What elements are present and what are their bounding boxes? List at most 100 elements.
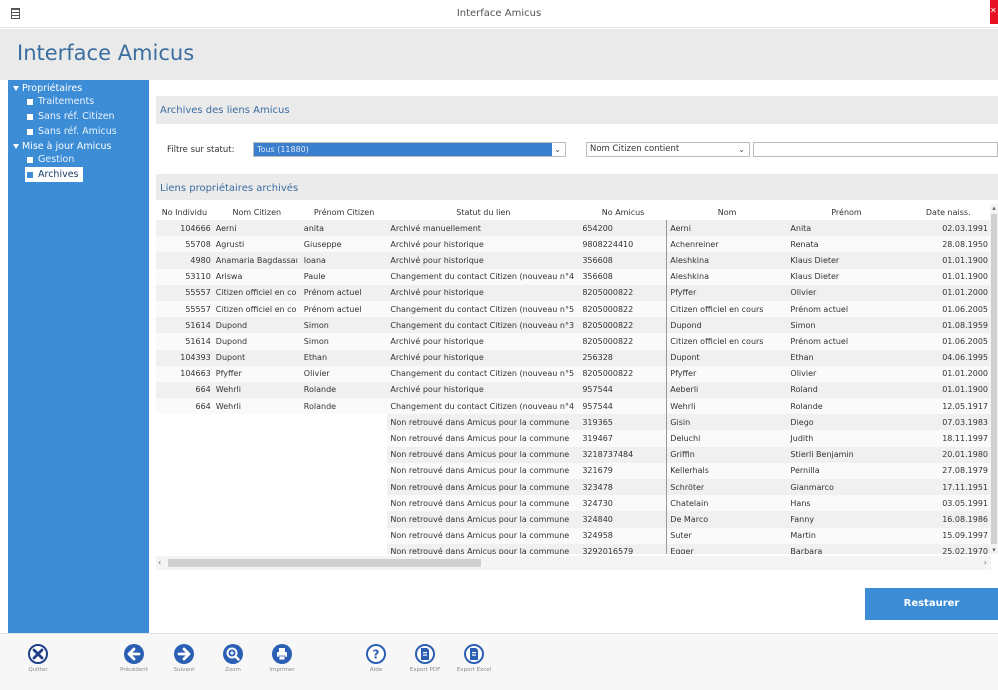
export-pdf-button[interactable]: Export PDF: [405, 644, 445, 690]
table-row[interactable]: 664 Wehrli Rolande Changement du contact Ci…: [156, 398, 991, 415]
table-cell: Diego: [787, 414, 906, 431]
table-cell: Paule: [300, 268, 388, 285]
table-cell: Aleshkina: [666, 268, 788, 285]
scroll-thumb[interactable]: [991, 214, 997, 544]
table-cell: Deluchi: [666, 430, 788, 447]
sidebar-item-archives[interactable]: Archives: [25, 167, 83, 182]
column-header[interactable]: Date naiss.: [906, 204, 991, 220]
name-filter-value: Nom Citizen contient: [590, 144, 680, 154]
sidebar-item-sans-ref-amicus[interactable]: Sans réf. Amicus: [25, 124, 121, 139]
restore-button[interactable]: Restaurer: [865, 588, 998, 620]
table-cell: Archivé pour historique: [387, 284, 580, 301]
table-cell: Dupont: [212, 349, 301, 366]
table-cell: 3292016579: [579, 543, 667, 554]
chevron-down-icon: ⌄: [554, 145, 561, 154]
table-row[interactable]: Non retrouvé dans Amicus pour la commune…: [156, 414, 991, 431]
status-filter-select[interactable]: Tous (11880) ⌄: [253, 142, 566, 157]
table-cell: [301, 479, 388, 495]
table-cell: Archivé pour historique: [387, 349, 580, 366]
print-button[interactable]: Imprimer: [262, 644, 302, 690]
column-header[interactable]: Statut du lien: [387, 204, 579, 220]
table-cell: Ethan: [787, 349, 906, 366]
scroll-thumb[interactable]: [168, 559, 481, 567]
table-cell: Prénom actuel: [300, 284, 388, 301]
scroll-left-icon[interactable]: ‹: [158, 558, 161, 567]
table-cell: Prénom actuel: [300, 300, 388, 318]
table-row[interactable]: 104663 Pfyffer Olivier Changement du contac…: [156, 365, 991, 382]
table-row[interactable]: Non retrouvé dans Amicus pour la commune…: [156, 495, 991, 512]
sidebar-item-gestion[interactable]: Gestion: [25, 152, 78, 167]
sidebar-item-label: Archives: [38, 169, 79, 180]
table-row[interactable]: Non retrouvé dans Amicus pour la commune…: [156, 462, 991, 479]
table-row[interactable]: 51614 Dupond Simon Changement du contact Ci…: [156, 317, 991, 334]
column-header[interactable]: Prénom Citizen: [301, 204, 388, 220]
column-header[interactable]: Prénom: [787, 204, 905, 220]
sidebar-item-traitements[interactable]: Traitements: [25, 94, 98, 109]
scroll-up-icon[interactable]: ▴: [990, 204, 998, 212]
pdf-export-icon: [415, 644, 435, 664]
scroll-down-icon[interactable]: ▾: [990, 546, 998, 554]
sidebar-group-mise-a-jour[interactable]: Mise à jour Amicus: [13, 140, 149, 152]
table-row[interactable]: 53110 Ariswa Paule Changement du contact Ci…: [156, 268, 991, 285]
name-filter-select[interactable]: Nom Citizen contient ⌄: [586, 142, 750, 157]
table-row[interactable]: 104666 Aerni anita Archivé manuellement 6542…: [156, 220, 991, 237]
table-cell: Prénom actuel: [787, 333, 906, 350]
vertical-scrollbar[interactable]: ▴ ▾: [990, 204, 998, 554]
sidebar-item-sans-ref-citizen[interactable]: Sans réf. Citizen: [25, 109, 119, 124]
table-cell: Griffin: [666, 446, 788, 463]
table-row[interactable]: Non retrouvé dans Amicus pour la commune…: [156, 479, 991, 496]
bullet-square-icon: [27, 171, 33, 178]
table-cell: [156, 463, 213, 479]
table-row[interactable]: 4980 Anamaria Bagdassaı Ioana Archivé pour …: [156, 252, 991, 269]
table-row[interactable]: 55557 Citizen officiel en co Prénom actuel…: [156, 300, 991, 318]
status-filter-value: Tous (11880): [254, 143, 552, 156]
scroll-right-icon[interactable]: ›: [984, 558, 987, 567]
close-window-button[interactable]: ✕: [990, 0, 998, 24]
table-row[interactable]: Non retrouvé dans Amicus pour la commune…: [156, 511, 991, 528]
main-panel: Archives des liens Amicus Filtre sur sta…: [149, 80, 998, 633]
table-row[interactable]: Non retrouvé dans Amicus pour la commune…: [156, 430, 991, 447]
sidebar-group-label: Mise à jour Amicus: [22, 140, 112, 152]
table-row[interactable]: Non retrouvé dans Amicus pour la commune…: [156, 543, 991, 554]
table-cell: Dupond: [212, 333, 301, 350]
column-header[interactable]: Nom Citizen: [213, 204, 301, 220]
column-header[interactable]: No Amicus: [579, 204, 666, 220]
previous-button[interactable]: Précédent: [114, 644, 154, 690]
quit-button[interactable]: Quitter: [18, 644, 58, 690]
table-cell: Barbara: [787, 543, 906, 554]
table-row[interactable]: 55557 Citizen officiel en co Prénom actuel…: [156, 284, 991, 301]
table-cell: 27.08.1979: [905, 462, 991, 479]
toolbar-label: Zoom: [225, 667, 241, 673]
table-row[interactable]: 51614 Dupond Simon Archivé pour historique 8…: [156, 333, 991, 350]
table-cell: Citizen officiel en cours: [666, 333, 788, 350]
section-title: Archives des liens Amicus: [160, 105, 290, 116]
table-row[interactable]: 55708 Agrusti Giuseppe Archivé pour histori…: [156, 236, 991, 253]
table-row[interactable]: Non retrouvé dans Amicus pour la commune…: [156, 527, 991, 544]
table-cell: Olivier: [300, 365, 388, 382]
table-cell: [156, 447, 213, 463]
table-row[interactable]: 104393 Dupont Ethan Archivé pour historique…: [156, 349, 991, 366]
table-cell: 324958: [579, 527, 667, 544]
horizontal-scrollbar[interactable]: ‹ ›: [156, 556, 991, 570]
table-cell: Suter: [666, 527, 788, 544]
table-cell: [301, 447, 388, 463]
table-cell: Changement du contact Citizen (nouveau n…: [387, 300, 580, 318]
table-cell: Non retrouvé dans Amicus pour la commune: [387, 462, 580, 479]
table-cell: Judith: [787, 430, 906, 447]
sidebar-group-proprietaires[interactable]: Propriétaires: [13, 82, 149, 94]
toolbar-label: Suivant: [173, 667, 195, 673]
table-row[interactable]: 664 Wehrli Rolande Archivé pour historique 9…: [156, 381, 991, 399]
column-header[interactable]: Nom: [667, 204, 788, 220]
table-cell: Citizen officiel en cours: [666, 300, 788, 318]
zoom-button[interactable]: Zoom: [213, 644, 253, 690]
archives-table: No Individu Nom Citizen Prénom Citizen Stat…: [156, 204, 991, 554]
sidebar-item-label: Sans réf. Amicus: [38, 126, 117, 137]
export-excel-button[interactable]: Export Excel: [454, 644, 494, 690]
column-header[interactable]: No Individu: [156, 204, 213, 220]
search-input[interactable]: [753, 142, 998, 157]
table-row[interactable]: Non retrouvé dans Amicus pour la commune…: [156, 446, 991, 463]
table-cell: 104666: [156, 220, 213, 237]
table-cell: Dupond: [212, 317, 301, 334]
next-button[interactable]: Suivant: [164, 644, 204, 690]
help-button[interactable]: ? Aide: [356, 644, 396, 690]
